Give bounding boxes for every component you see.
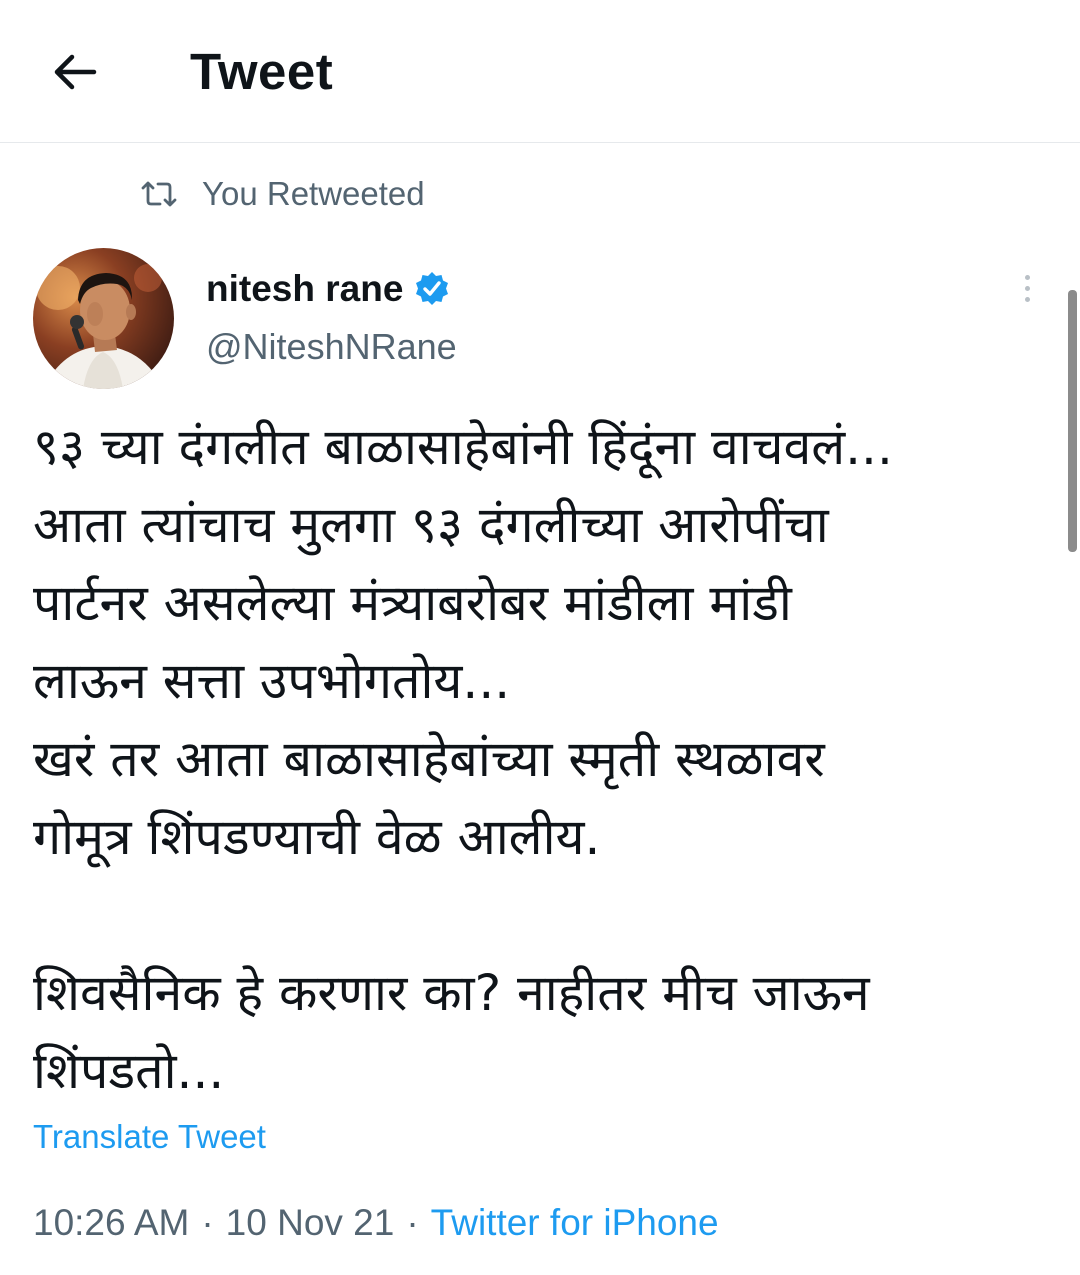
- tweet-time: 10:26 AM: [33, 1202, 190, 1243]
- more-dot-icon: [1024, 274, 1030, 280]
- tweet-detail-screen: Tweet You Retweeted nitesh rane @NiteshN…: [0, 0, 1080, 1275]
- arrow-left-icon: [54, 54, 97, 90]
- retweet-context: You Retweeted: [140, 172, 425, 216]
- scrollbar[interactable]: [1068, 290, 1077, 552]
- tweet-text-line: पार्टनर असलेल्या मंत्र्याबरोबर मांडीला म…: [33, 574, 792, 632]
- translate-tweet-link[interactable]: Translate Tweet: [33, 1118, 266, 1156]
- avatar[interactable]: [33, 248, 174, 389]
- retweet-icon: [140, 174, 180, 214]
- tweet-date: 10 Nov 21: [225, 1202, 395, 1243]
- retweet-context-label: You Retweeted: [202, 175, 425, 212]
- author-handle[interactable]: @NiteshNRane: [206, 326, 457, 368]
- author-name-row: nitesh rane: [206, 264, 451, 314]
- tweet-text-line: आता त्यांचाच मुलगा ९३ दंगलीच्या आरोपींचा: [33, 496, 829, 554]
- more-dot-icon: [1024, 285, 1030, 291]
- paragraph-break: [33, 876, 1053, 954]
- more-dot-icon: [1024, 296, 1030, 302]
- tweet-text-line: शिंपडतो...: [33, 1042, 225, 1100]
- tweet-metadata: 10:26 AM · 10 Nov 21 · Twitter for iPhon…: [33, 1198, 719, 1248]
- author-display-name[interactable]: nitesh rane: [206, 268, 403, 310]
- more-options-button[interactable]: [1005, 266, 1049, 310]
- tweet-text-line: शिवसैनिक हे करणार का? नाहीतर मीच जाऊन: [33, 964, 870, 1022]
- tweet-text-line: गोमूत्र शिंपडण्याची वेळ आलीय.: [33, 808, 601, 866]
- page-title: Tweet: [190, 43, 334, 100]
- top-bar: Tweet: [0, 0, 1080, 143]
- tweet-text-line: ९३ च्या दंगलीत बाळासाहेबांनी हिंदूंना वा…: [33, 418, 893, 476]
- tweet-text-line: खरं तर आता बाळासाहेबांच्या स्मृती स्थळाव…: [33, 730, 825, 788]
- meta-separator: ·: [406, 1202, 419, 1243]
- meta-separator: ·: [201, 1202, 214, 1243]
- tweet-text: ९३ च्या दंगलीत बाळासाहेबांनी हिंदूंना वा…: [33, 408, 1053, 1110]
- verified-badge-icon: [413, 270, 451, 308]
- tweet-source-link[interactable]: Twitter for iPhone: [431, 1202, 719, 1244]
- tweet-text-line: लाऊन सत्ता उपभोगतोय...: [33, 652, 511, 710]
- back-button[interactable]: [44, 42, 104, 102]
